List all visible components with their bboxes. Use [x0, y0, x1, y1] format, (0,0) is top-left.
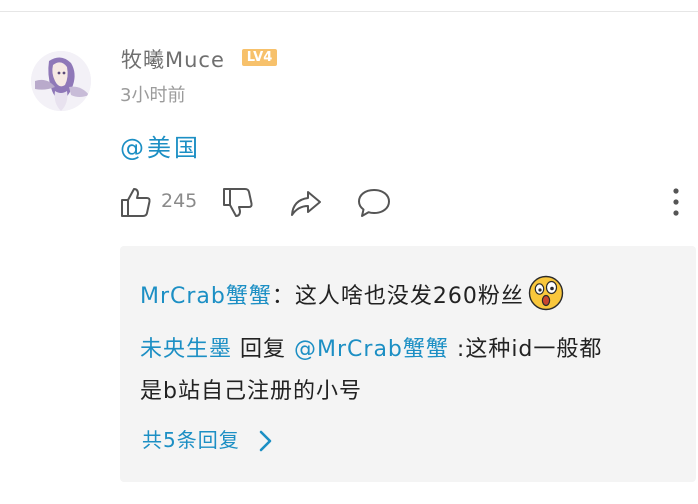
- top-divider: [0, 11, 698, 12]
- more-vertical-icon[interactable]: [668, 186, 684, 218]
- reply-username[interactable]: MrCrab蟹蟹: [140, 284, 272, 309]
- comment-page: 牧曦Muce LV4 3小时前 @美国 245 MrCrab蟹蟹：这人啥也没发2…: [0, 0, 698, 504]
- mention-link[interactable]: @美国: [120, 128, 201, 163]
- shocked-face-emoji-icon: [528, 275, 564, 311]
- reply-username[interactable]: 未央生墨: [140, 337, 232, 362]
- view-all-replies-link[interactable]: 共5条回复: [142, 424, 240, 453]
- like-count: 245: [161, 190, 198, 212]
- avatar[interactable]: [31, 51, 91, 111]
- share-icon[interactable]: [289, 186, 323, 220]
- reply-item[interactable]: 未央生墨 回复 @MrCrab蟹蟹 :这种id一般都: [140, 331, 602, 363]
- avatar-image: [31, 51, 91, 111]
- timestamp: 3小时前: [120, 85, 186, 106]
- reply-preview-box[interactable]: MrCrab蟹蟹：这人啥也没发260粉丝 未央生墨 回复 @MrCrab蟹蟹 :…: [120, 246, 696, 482]
- reply-separator: ：: [271, 284, 295, 309]
- thumbs-down-icon[interactable]: [221, 186, 255, 220]
- reply-action-word: 回复: [232, 337, 295, 362]
- level-badge: LV4: [242, 49, 277, 66]
- comment-bubble-icon[interactable]: [357, 186, 391, 220]
- reply-item[interactable]: MrCrab蟹蟹：这人啥也没发260粉丝: [140, 275, 564, 311]
- thumbs-up-icon[interactable]: [119, 185, 153, 219]
- reply-separator: :: [448, 337, 466, 362]
- chevron-right-icon[interactable]: [256, 429, 274, 453]
- username[interactable]: 牧曦Muce: [121, 44, 225, 74]
- reply-target-mention[interactable]: @MrCrab蟹蟹: [294, 337, 449, 362]
- reply-text: 这种id一般都: [465, 337, 603, 362]
- reply-text-continued: 是b站自己注册的小号: [140, 379, 362, 404]
- reply-text: 这人啥也没发260粉丝: [294, 284, 524, 309]
